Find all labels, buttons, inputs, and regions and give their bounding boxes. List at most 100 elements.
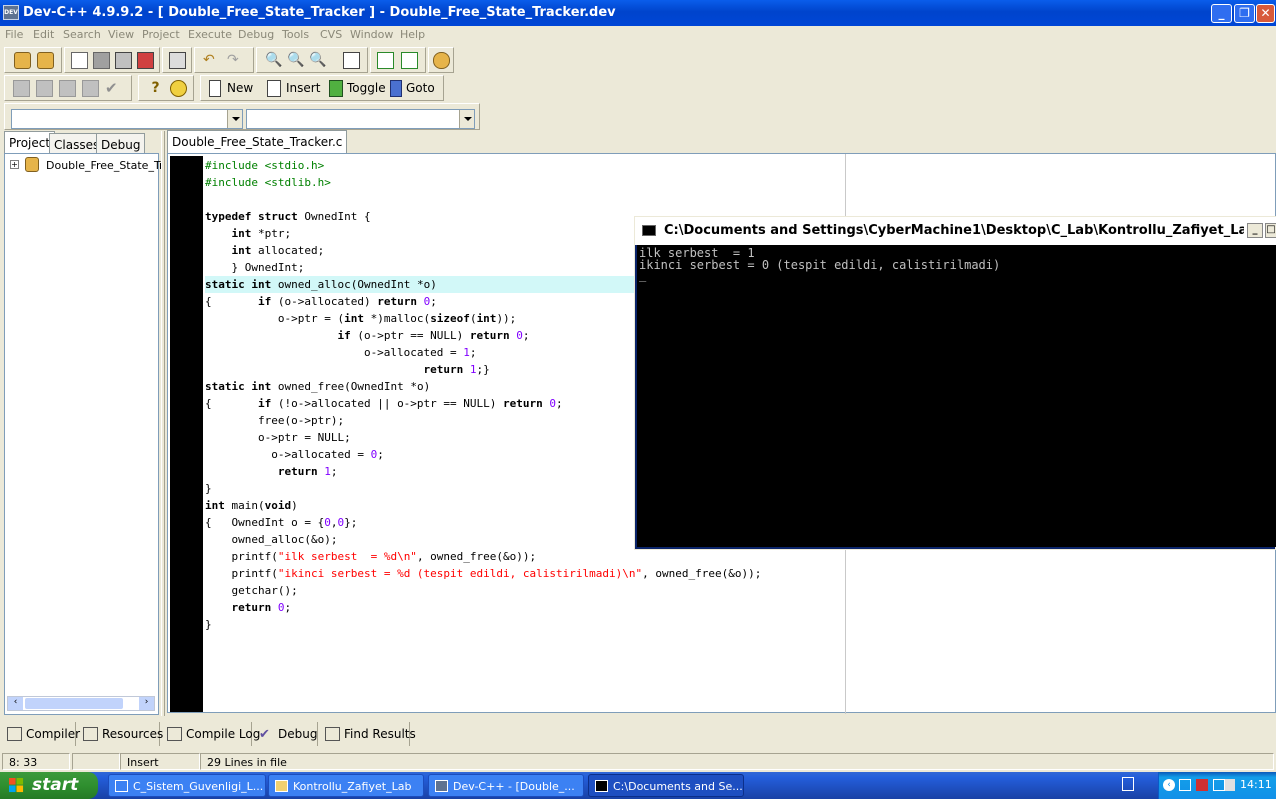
- code-line[interactable]: }: [205, 616, 761, 633]
- add-to-project-icon[interactable]: [377, 52, 394, 69]
- find-icon[interactable]: 🔍: [265, 52, 282, 69]
- scroll-left-icon[interactable]: ‹: [8, 697, 23, 710]
- toolbar-compile: ✔: [4, 75, 132, 101]
- menu-cvs[interactable]: CVS: [320, 28, 342, 41]
- remove-from-project-icon[interactable]: [401, 52, 418, 69]
- network-tray-icon[interactable]: [1179, 779, 1191, 791]
- compile-icon[interactable]: [13, 80, 30, 97]
- code-line[interactable]: static int owned_alloc(OwnedInt *o): [205, 276, 637, 293]
- goto-line-icon[interactable]: [343, 52, 360, 69]
- save-all-icon[interactable]: [115, 52, 132, 69]
- toolbar-class-browser: [4, 103, 480, 130]
- menu-execute[interactable]: Execute: [188, 28, 232, 41]
- security-icon[interactable]: [1196, 779, 1208, 791]
- menu-help[interactable]: Help: [400, 28, 425, 41]
- tab-debug-bottom[interactable]: ✔ Debug: [256, 722, 318, 746]
- close-button[interactable]: ✕: [1256, 4, 1275, 23]
- goto-button-label[interactable]: Goto: [406, 81, 435, 95]
- tab-source-file[interactable]: Double_Free_State_Tracker.c: [167, 130, 348, 154]
- about-icon[interactable]: [170, 80, 187, 97]
- grid-icon: [7, 727, 22, 741]
- task-c-sistem[interactable]: C_Sistem_Guvenligi_L...: [108, 774, 266, 797]
- console-output: ilk serbest = 1 ikinci serbest = 0 (tespi…: [637, 245, 1276, 547]
- devcpp-app-icon[interactable]: DEV: [3, 5, 19, 20]
- minimize-button[interactable]: _: [1211, 4, 1232, 23]
- help-icon[interactable]: ?: [147, 80, 164, 97]
- code-line[interactable]: return 0;: [205, 599, 761, 616]
- scroll-right-icon[interactable]: ›: [139, 697, 154, 710]
- toggle-button-label[interactable]: Toggle: [347, 81, 386, 95]
- code-line[interactable]: #include <stdlib.h>: [205, 174, 761, 191]
- tab-resources[interactable]: Resources: [80, 722, 163, 746]
- console-window[interactable]: C:\Documents and Settings\CyberMachine1\…: [634, 216, 1276, 550]
- menu-file[interactable]: File: [5, 28, 23, 41]
- chevron-left-icon[interactable]: ‹: [1163, 779, 1175, 791]
- tab-debug[interactable]: Debug: [96, 133, 146, 154]
- code-line[interactable]: #include <stdio.h>: [205, 157, 761, 174]
- monitor-icon[interactable]: [1213, 779, 1225, 791]
- task-label: C:\Documents and Se...: [613, 780, 743, 793]
- project-icon: [25, 157, 39, 172]
- console-minimize-button[interactable]: _: [1247, 223, 1263, 238]
- menu-view[interactable]: View: [108, 28, 134, 41]
- check-syntax-icon[interactable]: ✔: [105, 80, 122, 97]
- open-file-icon[interactable]: [93, 52, 110, 69]
- print-icon[interactable]: [169, 52, 186, 69]
- new-button-label[interactable]: New: [227, 81, 253, 95]
- chevron-down-icon[interactable]: [459, 110, 474, 128]
- menu-tools[interactable]: Tools: [282, 28, 309, 41]
- insert-button-label[interactable]: Insert: [286, 81, 320, 95]
- folder-icon: [275, 780, 288, 792]
- tab-compile-log[interactable]: Compile Log: [164, 722, 260, 746]
- menu-debug[interactable]: Debug: [238, 28, 274, 41]
- member-combo[interactable]: [246, 109, 475, 129]
- maximize-button[interactable]: ❐: [1234, 4, 1255, 23]
- class-combo[interactable]: [11, 109, 243, 129]
- expand-icon[interactable]: +: [10, 160, 19, 169]
- menu-search[interactable]: Search: [63, 28, 101, 41]
- menu-project[interactable]: Project: [142, 28, 180, 41]
- console-icon: [642, 225, 656, 236]
- new-source-icon[interactable]: [209, 80, 221, 97]
- undo-icon[interactable]: ↶: [203, 52, 220, 69]
- run-icon[interactable]: [36, 80, 53, 97]
- new-file-icon[interactable]: [71, 52, 88, 69]
- code-line[interactable]: getchar();: [205, 582, 761, 599]
- compile-run-icon[interactable]: [59, 80, 76, 97]
- chevron-down-icon[interactable]: [227, 110, 242, 128]
- goto-bookmark-icon[interactable]: [390, 80, 402, 97]
- volume-icon[interactable]: [1225, 779, 1235, 791]
- find-next-icon[interactable]: 🔍: [287, 52, 304, 69]
- replace-icon[interactable]: 🔍: [309, 52, 326, 69]
- new-project-icon[interactable]: [14, 52, 31, 69]
- code-line[interactable]: printf("ilk serbest = %d\n", owned_free(…: [205, 548, 761, 565]
- close-project-icon[interactable]: [37, 52, 54, 69]
- insert-icon[interactable]: [267, 80, 281, 97]
- menu-window[interactable]: Window: [350, 28, 393, 41]
- task-console[interactable]: C:\Documents and Se...: [588, 774, 744, 797]
- task-devcpp[interactable]: Dev-C++ - [Double_...: [428, 774, 584, 797]
- tab-compiler[interactable]: Compiler: [4, 722, 80, 746]
- start-label: start: [32, 775, 79, 795]
- redo-icon[interactable]: ↷: [227, 52, 244, 69]
- status-line-count: 29 Lines in file: [200, 753, 1274, 770]
- tab-find-results[interactable]: Find Results: [322, 722, 416, 746]
- task-label: C_Sistem_Guvenligi_L...: [133, 780, 264, 793]
- horizontal-scrollbar[interactable]: ‹ ›: [7, 696, 155, 711]
- project-options-icon[interactable]: [433, 52, 450, 69]
- toggle-bookmark-icon[interactable]: [329, 80, 343, 97]
- scrollbar-thumb[interactable]: [25, 698, 123, 709]
- start-button[interactable]: start: [0, 772, 98, 799]
- project-tree-root[interactable]: Double_Free_State_Tr: [46, 159, 164, 172]
- status-bar: 8: 33 Insert 29 Lines in file: [0, 751, 1276, 772]
- splitter[interactable]: [161, 131, 165, 716]
- code-line[interactable]: printf("ikinci serbest = %d (tespit edil…: [205, 565, 761, 582]
- rebuild-icon[interactable]: [82, 80, 99, 97]
- close-file-icon[interactable]: [137, 52, 154, 69]
- code-line[interactable]: ​: [205, 191, 761, 208]
- network-icon[interactable]: [1122, 777, 1134, 791]
- task-kontrollu-lab[interactable]: Kontrollu_Zafiyet_Lab: [268, 774, 424, 797]
- tab-project[interactable]: Project: [4, 131, 56, 154]
- console-maximize-button[interactable]: □: [1265, 223, 1276, 238]
- menu-edit[interactable]: Edit: [33, 28, 54, 41]
